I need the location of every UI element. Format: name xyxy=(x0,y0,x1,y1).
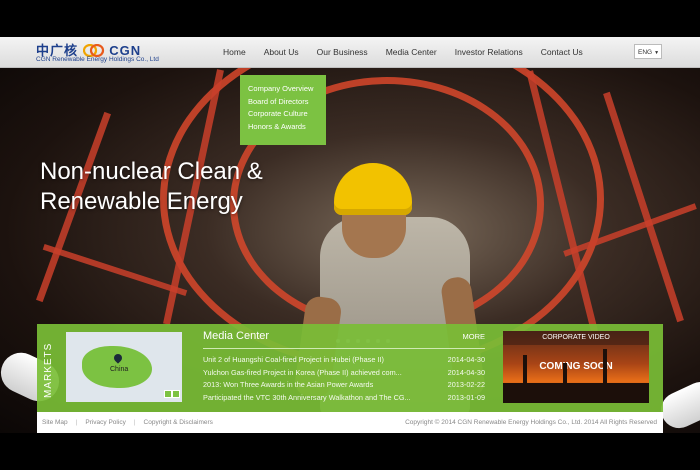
media-more-link[interactable]: MORE xyxy=(463,332,486,341)
news-date: 2014-04-30 xyxy=(447,367,485,377)
menu-company-overview[interactable]: Company Overview xyxy=(240,83,326,96)
main-nav: Home About Us Our Business Media Center … xyxy=(214,37,592,67)
hero-title-line2: Renewable Energy xyxy=(40,188,243,215)
news-title: Yulchon Gas-fired Project in Korea (Phas… xyxy=(203,367,402,377)
news-item[interactable]: 2013: Won Three Awards in the Asian Powe… xyxy=(203,379,485,392)
cage-bar xyxy=(42,243,188,297)
separator: | xyxy=(133,419,136,426)
caret-down-icon: ▼ xyxy=(654,50,660,56)
nav-home[interactable]: Home xyxy=(214,37,255,67)
copyright-text: Copyright © 2014 CGN Renewable Energy Ho… xyxy=(405,419,657,426)
news-date: 2013-01-09 xyxy=(447,392,485,402)
footer-link-site-map[interactable]: Site Map xyxy=(42,419,68,426)
company-name: CGN Renewable Energy Holdings Co., Ltd xyxy=(36,56,159,63)
map-label: China xyxy=(110,366,129,373)
video-header: CORPORATE VIDEO xyxy=(503,331,649,345)
nav-our-business[interactable]: Our Business xyxy=(308,37,377,67)
site-footer: Site Map | Privacy Policy | Copyright & Disc… xyxy=(37,412,663,433)
footer-links: Site Map | Privacy Policy | Copyright & Disc… xyxy=(42,412,213,433)
nav-investor-relations[interactable]: Investor Relations xyxy=(446,37,532,67)
corporate-video-tile[interactable]: CORPORATE VIDEO COMING SOON xyxy=(503,331,649,403)
media-center-section: Media Center MORE Unit 2 of Huangshi Coa… xyxy=(203,330,486,402)
map-prev-button[interactable] xyxy=(164,390,172,398)
news-title: Participated the VTC 30th Anniversary Wa… xyxy=(203,392,411,402)
hero-title-line1: Non-nuclear Clean & xyxy=(40,158,263,185)
news-item[interactable]: Participated the VTC 30th Anniversary Wa… xyxy=(203,392,485,405)
media-center-title: Media Center xyxy=(203,330,270,342)
nav-contact-us[interactable]: Contact Us xyxy=(532,37,592,67)
menu-board-of-directors[interactable]: Board of Directors xyxy=(240,96,326,109)
nav-media-center[interactable]: Media Center xyxy=(377,37,446,67)
footer-link-privacy-policy[interactable]: Privacy Policy xyxy=(85,419,125,426)
divider xyxy=(203,348,485,349)
info-panel: MARKETS China Media Center MORE Unit 2 o… xyxy=(37,324,663,412)
news-title: 2013: Won Three Awards in the Asian Powe… xyxy=(203,380,374,389)
markets-label: MARKETS xyxy=(43,342,54,398)
refinery-silhouette xyxy=(503,383,649,403)
company-logo[interactable]: 中广核 CGN CGN Renewable Energy Holdings Co… xyxy=(36,40,159,66)
language-selector[interactable]: ENG ▼ xyxy=(634,44,662,59)
news-item[interactable]: Unit 2 of Huangshi Coal-fired Project in… xyxy=(203,354,485,367)
hero-title: Non-nuclear Clean & Renewable Energy xyxy=(40,157,263,217)
language-value: ENG xyxy=(638,49,653,56)
news-date: 2014-04-30 xyxy=(447,355,485,364)
news-date: 2013-02-22 xyxy=(447,380,485,389)
separator: | xyxy=(75,419,78,426)
menu-honors-awards[interactable]: Honors & Awards xyxy=(240,121,326,134)
cage-bar xyxy=(603,91,684,323)
nav-about-us[interactable]: About Us xyxy=(255,37,308,67)
news-list: Unit 2 of Huangshi Coal-fired Project in… xyxy=(203,354,485,404)
news-item[interactable]: Yulchon Gas-fired Project in Korea (Phas… xyxy=(203,367,485,380)
website-page: Non-nuclear Clean & Renewable Energy 中广核… xyxy=(0,37,700,433)
news-title: Unit 2 of Huangshi Coal-fired Project in… xyxy=(203,355,384,364)
markets-map[interactable]: China xyxy=(66,332,182,402)
menu-corporate-culture[interactable]: Corporate Culture xyxy=(240,108,326,121)
site-header: 中广核 CGN CGN Renewable Energy Holdings Co… xyxy=(0,37,700,68)
about-us-dropdown: Company Overview Board of Directors Corp… xyxy=(240,75,326,145)
map-next-button[interactable] xyxy=(172,390,180,398)
footer-link-copyright[interactable]: Copyright & Disclaimers xyxy=(144,419,213,426)
